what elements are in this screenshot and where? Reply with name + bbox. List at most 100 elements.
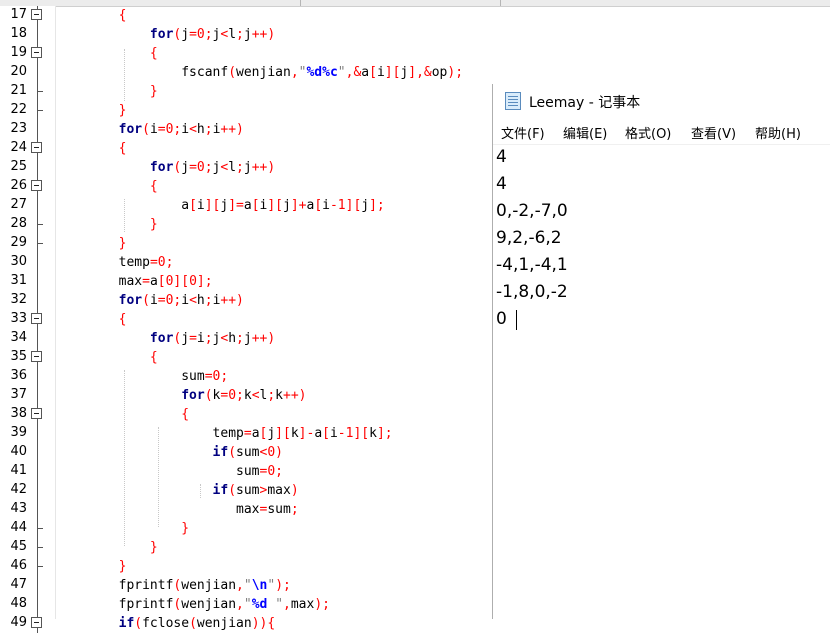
fold-collapse-icon[interactable] — [31, 313, 42, 324]
code-token: - — [337, 426, 346, 441]
code-token: ,& — [345, 65, 362, 80]
fold-guide-line — [37, 329, 38, 348]
fold-guide-line — [37, 595, 38, 614]
code-token: ) — [290, 483, 299, 498]
code-token: , — [236, 578, 244, 593]
code-token: ]= — [228, 198, 244, 213]
notepad-divider — [493, 144, 830, 145]
notepad-window[interactable]: Leemay - 记事本 文件(F) 编辑(E) 格式(O) 查看(V) 帮助(… — [492, 84, 830, 619]
code-token: ; — [165, 255, 174, 270]
code-token: 1 — [337, 198, 346, 213]
text-line: 4 — [496, 174, 507, 194]
code-token: " — [275, 597, 284, 612]
line-number: 42 — [10, 482, 27, 497]
code-token: a — [314, 426, 323, 441]
fold-guide-line — [37, 576, 38, 595]
code-text: { — [56, 349, 158, 366]
fold-end-marker — [37, 91, 43, 92]
code-token: ); — [447, 65, 464, 80]
code-token: h — [196, 122, 205, 137]
menu-edit[interactable]: 编辑(E) — [563, 123, 607, 142]
fold-guide-line — [37, 120, 38, 139]
code-token: , — [236, 597, 244, 612]
code-token: ; — [236, 160, 244, 175]
code-token: ][ — [353, 426, 370, 441]
menu-view[interactable]: 查看(V) — [691, 123, 736, 142]
menu-help[interactable]: 帮助(H) — [755, 123, 801, 142]
fold-collapse-icon[interactable] — [31, 142, 42, 153]
indent-guide — [124, 49, 125, 101]
code-text: if(sum>max) — [56, 482, 299, 499]
line-number: 35 — [10, 349, 27, 364]
code-line[interactable]: 17 { — [0, 6, 830, 25]
notepad-icon — [505, 92, 521, 110]
code-token: ]- — [298, 426, 315, 441]
code-text: } — [56, 102, 127, 119]
code-text: for(j=0;j<l;j++) — [56, 26, 275, 43]
code-text: for(i=0;i<h;i++) — [56, 121, 244, 138]
code-token: i — [181, 293, 190, 308]
code-token: sum — [236, 445, 260, 460]
text-line: -1,8,0,-2 — [496, 282, 568, 302]
code-token: [ — [314, 198, 323, 213]
code-token: max — [267, 483, 291, 498]
code-token: for — [149, 331, 174, 346]
line-number: 46 — [10, 558, 27, 573]
indent-guide — [124, 199, 125, 232]
code-token: j — [181, 331, 190, 346]
code-token: ; — [204, 160, 213, 175]
menu-format[interactable]: 格式(O) — [625, 123, 671, 142]
code-token: < — [189, 293, 197, 308]
code-token: wenjian — [181, 578, 237, 593]
line-number: 18 — [10, 26, 27, 41]
fold-guide-line — [37, 500, 38, 519]
indent-guide — [124, 370, 125, 546]
notepad-title-bar[interactable]: Leemay - 记事本 — [493, 84, 830, 118]
code-token: { — [56, 407, 190, 422]
line-number: 39 — [10, 425, 27, 440]
fold-end-marker — [37, 566, 43, 567]
code-token: ( — [142, 122, 150, 137]
line-number: 27 — [10, 197, 27, 212]
fold-collapse-icon[interactable] — [31, 47, 42, 58]
code-token: [ — [369, 65, 377, 80]
fold-collapse-icon[interactable] — [31, 408, 42, 419]
code-token: ; — [236, 27, 244, 42]
code-token: = — [189, 27, 197, 42]
line-number: 19 — [10, 45, 27, 60]
code-token: fclose — [142, 616, 190, 631]
code-text: { — [56, 311, 127, 328]
line-number: 34 — [10, 330, 27, 345]
code-token: } — [56, 217, 158, 232]
text-line: -4,1,-4,1 — [496, 255, 568, 275]
menu-file[interactable]: 文件(F) — [501, 123, 545, 142]
text-line: 0 — [496, 309, 507, 329]
fold-collapse-icon[interactable] — [31, 351, 42, 362]
fold-guide-line — [37, 462, 38, 481]
fold-collapse-icon[interactable] — [31, 180, 42, 191]
code-token: ( — [228, 445, 237, 460]
code-token: ; — [204, 331, 213, 346]
fold-guide-line — [37, 196, 38, 215]
line-number: 21 — [10, 83, 27, 98]
code-token: ; — [275, 464, 283, 479]
code-token: i — [329, 426, 338, 441]
code-token: 0 — [267, 445, 276, 460]
code-token: j — [181, 27, 190, 42]
code-token: ++) — [251, 331, 276, 346]
code-token: { — [56, 312, 127, 327]
code-token: h — [196, 293, 205, 308]
code-token: 0 — [196, 27, 205, 42]
fold-collapse-icon[interactable] — [31, 9, 42, 20]
code-text: } — [56, 539, 158, 556]
code-line[interactable]: 18 for(j=0;j<l;j++) — [0, 25, 830, 44]
code-text: fprintf(wenjian,"%d ",max); — [56, 596, 330, 613]
indent-guide — [158, 427, 159, 527]
text-line: 4 — [496, 147, 507, 167]
